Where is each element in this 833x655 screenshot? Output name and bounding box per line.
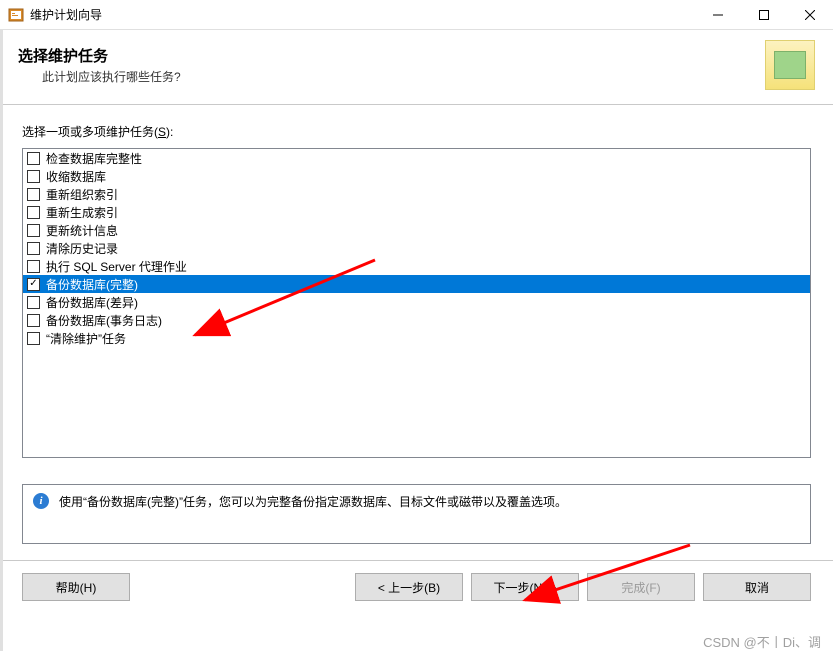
task-checkbox[interactable] (27, 242, 40, 255)
help-button[interactable]: 帮助(H) (22, 573, 130, 601)
task-checkbox[interactable] (27, 152, 40, 165)
task-prompt: 选择一项或多项维护任务(S): (22, 123, 811, 140)
watermark: CSDN @不丨Di、调 (703, 632, 821, 651)
task-label: 备份数据库(差异) (46, 294, 138, 311)
task-row[interactable]: 检查数据库完整性 (23, 149, 810, 167)
task-description-box: i 使用“备份数据库(完整)”任务，您可以为完整备份指定源数据库、目标文件或磁带… (22, 484, 811, 544)
task-description: 使用“备份数据库(完整)”任务，您可以为完整备份指定源数据库、目标文件或磁带以及… (59, 493, 567, 510)
back-button[interactable]: < 上一步(B) (355, 573, 463, 601)
task-row[interactable]: “清除维护”任务 (23, 329, 810, 347)
task-checkbox[interactable]: ✓ (27, 278, 40, 291)
minimize-button[interactable] (695, 0, 741, 30)
task-label: 检查数据库完整性 (46, 150, 142, 167)
wizard-buttons: 帮助(H) < 上一步(B) 下一步(N) > 完成(F) 取消 (0, 561, 833, 615)
task-label: 重新组织索引 (46, 186, 118, 203)
task-row[interactable]: 备份数据库(差异) (23, 293, 810, 311)
wizard-header: 选择维护任务 此计划应该执行哪些任务? (0, 30, 833, 105)
titlebar: 维护计划向导 (0, 0, 833, 30)
window-title: 维护计划向导 (30, 6, 102, 23)
app-icon (8, 7, 24, 23)
task-label: “清除维护”任务 (46, 330, 126, 347)
task-checkbox[interactable] (27, 224, 40, 237)
task-list[interactable]: 检查数据库完整性收缩数据库重新组织索引重新生成索引更新统计信息清除历史记录执行 … (22, 148, 811, 458)
task-row[interactable]: 收缩数据库 (23, 167, 810, 185)
task-row[interactable]: 执行 SQL Server 代理作业 (23, 257, 810, 275)
wizard-icon (765, 40, 815, 90)
maximize-button[interactable] (741, 0, 787, 30)
task-row[interactable]: 更新统计信息 (23, 221, 810, 239)
task-label: 备份数据库(事务日志) (46, 312, 162, 329)
task-checkbox[interactable] (27, 296, 40, 309)
cancel-button[interactable]: 取消 (703, 573, 811, 601)
task-label: 重新生成索引 (46, 204, 118, 221)
info-icon: i (33, 493, 49, 509)
task-label: 执行 SQL Server 代理作业 (46, 258, 187, 275)
close-button[interactable] (787, 0, 833, 30)
task-checkbox[interactable] (27, 332, 40, 345)
page-title: 选择维护任务 (18, 45, 765, 66)
task-row[interactable]: 清除历史记录 (23, 239, 810, 257)
finish-button: 完成(F) (587, 573, 695, 601)
task-checkbox[interactable] (27, 314, 40, 327)
task-checkbox[interactable] (27, 188, 40, 201)
task-row[interactable]: 重新组织索引 (23, 185, 810, 203)
next-button[interactable]: 下一步(N) > (471, 573, 579, 601)
task-checkbox[interactable] (27, 170, 40, 183)
task-checkbox[interactable] (27, 206, 40, 219)
task-label: 更新统计信息 (46, 222, 118, 239)
task-label: 清除历史记录 (46, 240, 118, 257)
task-label: 收缩数据库 (46, 168, 106, 185)
task-row[interactable]: 备份数据库(事务日志) (23, 311, 810, 329)
task-checkbox[interactable] (27, 260, 40, 273)
task-row[interactable]: 重新生成索引 (23, 203, 810, 221)
task-row[interactable]: ✓ 备份数据库(完整) (23, 275, 810, 293)
task-label: 备份数据库(完整) (46, 276, 138, 293)
window-controls (695, 0, 833, 30)
page-subtitle: 此计划应该执行哪些任务? (42, 68, 765, 85)
